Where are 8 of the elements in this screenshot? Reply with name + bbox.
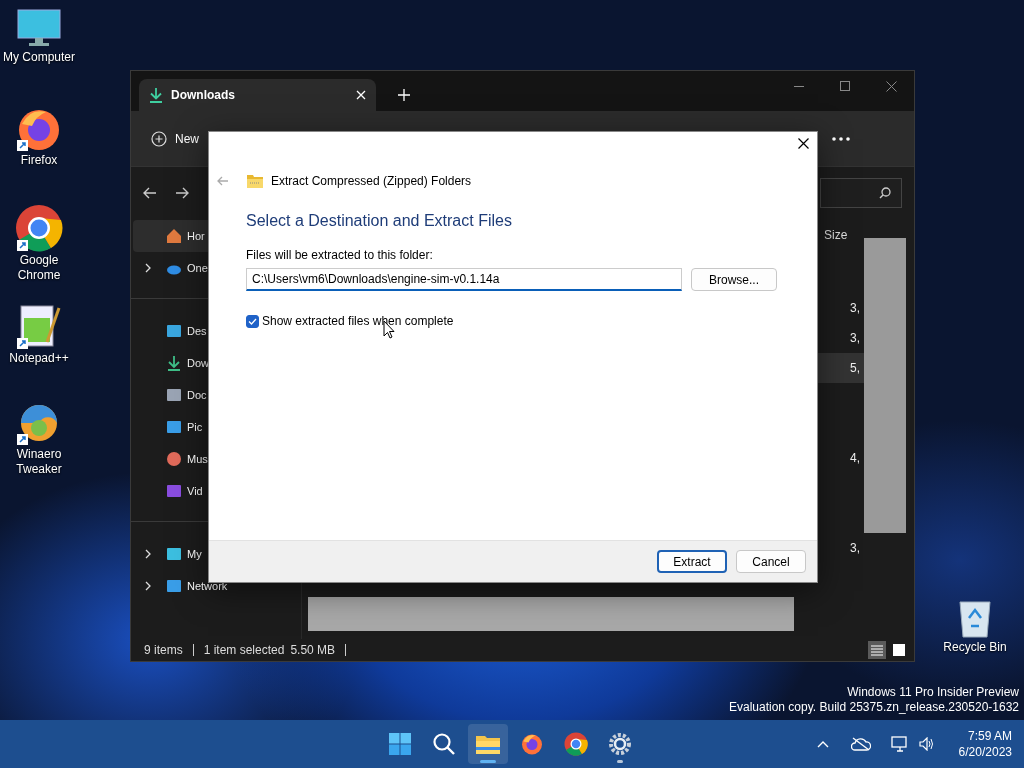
selection-info: 1 item selected: [203, 643, 285, 657]
build-info-text: Windows 11 Pro Insider Preview: [847, 685, 1019, 700]
selection-size: 5.50 MB: [290, 643, 336, 657]
dialog-title: Extract Compressed (Zipped) Folders: [271, 174, 472, 188]
item-count: 9 items: [144, 643, 183, 657]
dialog-heading: Select a Destination and Extract Files: [246, 212, 513, 230]
build-info-text: Evaluation copy. Build 25375.zn_release.230520-1632: [729, 700, 1019, 715]
field-label: Files will be extracted to this folder:: [246, 248, 434, 262]
